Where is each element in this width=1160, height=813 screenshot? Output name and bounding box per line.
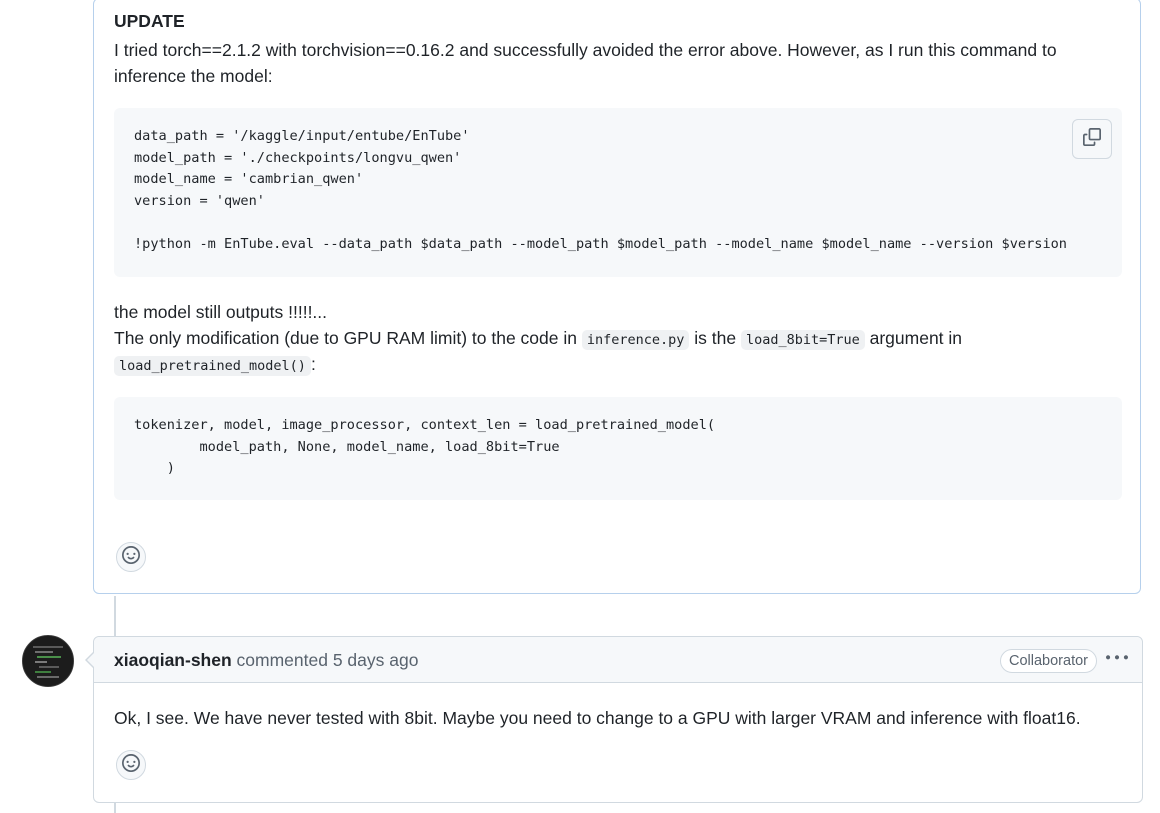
comment-meta: xiaoqian-shen commented 5 days ago: [114, 648, 418, 672]
code-content[interactable]: tokenizer, model, image_processor, conte…: [114, 397, 1122, 500]
smiley-icon: [122, 545, 140, 569]
comment-action-text: commented: [231, 650, 333, 670]
comment-header: xiaoqian-shen commented 5 days ago Colla…: [94, 637, 1142, 683]
author-link[interactable]: xiaoqian-shen: [114, 650, 232, 670]
timestamp-link[interactable]: 5 days ago: [333, 650, 419, 670]
comment-paragraph: load_pretrained_model():: [114, 351, 1114, 379]
copy-icon: [1083, 128, 1101, 150]
inline-code: inference.py: [581, 330, 690, 350]
avatar[interactable]: [22, 635, 74, 687]
paragraph-text: argument in: [864, 328, 963, 348]
comment-paragraph: I tried torch==2.1.2 with torchvision==0…: [114, 40, 1057, 86]
comment-card-first: UPDATE I tried torch==2.1.2 with torchvi…: [93, 0, 1141, 594]
add-reaction-button[interactable]: [116, 542, 146, 572]
paragraph-text: The only modification (due to GPU RAM li…: [114, 328, 582, 348]
code-block-command[interactable]: data_path = '/kaggle/input/entube/EnTube…: [114, 108, 1122, 277]
smiley-icon: [122, 753, 140, 777]
paragraph-text: :: [310, 354, 316, 374]
comment-options-button[interactable]: [1104, 647, 1130, 673]
inline-code: load_8bit=True: [740, 330, 865, 350]
code-content[interactable]: data_path = '/kaggle/input/entube/EnTube…: [114, 108, 1122, 275]
update-heading: UPDATE: [114, 11, 185, 31]
comment-paragraph: The only modification (due to GPU RAM li…: [114, 325, 1114, 353]
timeline-connector-bottom: [114, 803, 116, 813]
comment-caret-fill: [87, 652, 95, 668]
role-badge: Collaborator: [1000, 649, 1097, 673]
inline-code: load_pretrained_model(): [114, 356, 311, 376]
copy-button[interactable]: [1072, 119, 1112, 159]
comment-card-reply: xiaoqian-shen commented 5 days ago Colla…: [85, 636, 1143, 803]
timeline-connector: [114, 596, 116, 636]
kebab-horizontal-icon: [1106, 647, 1128, 674]
code-block-snippet[interactable]: tokenizer, model, image_processor, conte…: [114, 397, 1122, 500]
comment-paragraph: the model still outputs !!!!!...: [114, 302, 328, 322]
paragraph-text: is the: [689, 328, 741, 348]
comment-body: Ok, I see. We have never tested with 8bi…: [114, 708, 1081, 728]
add-reaction-button[interactable]: [116, 750, 146, 780]
